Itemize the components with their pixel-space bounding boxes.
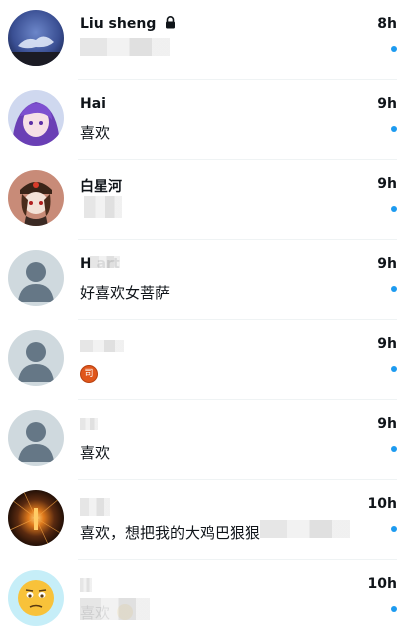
unread-dot-icon: [391, 446, 397, 452]
conversation-row[interactable]: 9h 司: [0, 320, 409, 400]
message-preview: 喜欢: [80, 444, 111, 462]
redacted-text: [80, 598, 150, 620]
redacted-text: [260, 520, 350, 538]
unread-dot-icon: [391, 286, 397, 292]
message-preview: 喜欢，想把我的大鸡巴狠狠: [80, 524, 261, 542]
lock-icon: [165, 16, 176, 33]
avatar[interactable]: [8, 570, 64, 626]
conversation-name: 白星河: [80, 179, 122, 195]
conversation-time: 10h: [367, 576, 397, 592]
redacted-text: [80, 418, 98, 430]
conversation-row[interactable]: H art 9h 好喜欢女菩萨: [0, 240, 409, 320]
conversation-row[interactable]: Hai 9h 喜欢: [0, 80, 409, 160]
default-avatar-icon[interactable]: [8, 410, 64, 466]
conversation-row[interactable]: Liu sheng 8h: [0, 0, 409, 80]
avatar[interactable]: [8, 490, 64, 546]
conversation-time: 9h: [377, 336, 397, 352]
emoji-badge-icon: 司: [80, 365, 98, 383]
default-avatar-icon[interactable]: [8, 250, 64, 306]
redacted-text: [80, 578, 92, 592]
avatar[interactable]: [8, 90, 64, 146]
conversation-row[interactable]: 9h 喜欢: [0, 400, 409, 480]
conversation-time: 9h: [377, 256, 397, 272]
unread-dot-icon: [391, 366, 397, 372]
unread-dot-icon: [391, 606, 397, 612]
conversation-list: Liu sheng 8h Hai 9h 喜欢 白星河 9h H 9h 好喜欢女菩…: [0, 0, 409, 627]
unread-dot-icon: [391, 126, 397, 132]
redacted-text: [80, 340, 124, 352]
conversation-row[interactable]: 10h 喜欢: [0, 560, 409, 640]
unread-dot-icon: [391, 46, 397, 52]
message-preview: 好喜欢女菩萨: [80, 284, 171, 302]
conversation-name: Liu sheng: [80, 16, 176, 33]
conversation-time: 9h: [377, 176, 397, 192]
redacted-text: [80, 38, 170, 56]
conversation-time: 9h: [377, 416, 397, 432]
message-preview: 司: [80, 362, 98, 383]
conversation-time: 9h: [377, 96, 397, 112]
conversation-name: Hai: [80, 96, 106, 112]
conversation-name-text: Liu sheng: [80, 16, 157, 32]
conversation-row[interactable]: 10h 喜欢，想把我的大鸡巴狠狠: [0, 480, 409, 560]
unread-dot-icon: [391, 206, 397, 212]
redacted-text: [90, 256, 120, 268]
redacted-text: [80, 498, 110, 516]
avatar[interactable]: [8, 10, 64, 66]
conversation-time: 8h: [377, 16, 397, 32]
redacted-text: [84, 196, 122, 218]
message-preview: 喜欢: [80, 124, 111, 142]
conversation-time: 10h: [367, 496, 397, 512]
default-avatar-icon[interactable]: [8, 330, 64, 386]
avatar[interactable]: [8, 170, 64, 226]
conversation-row[interactable]: 白星河 9h: [0, 160, 409, 240]
unread-dot-icon: [391, 526, 397, 532]
